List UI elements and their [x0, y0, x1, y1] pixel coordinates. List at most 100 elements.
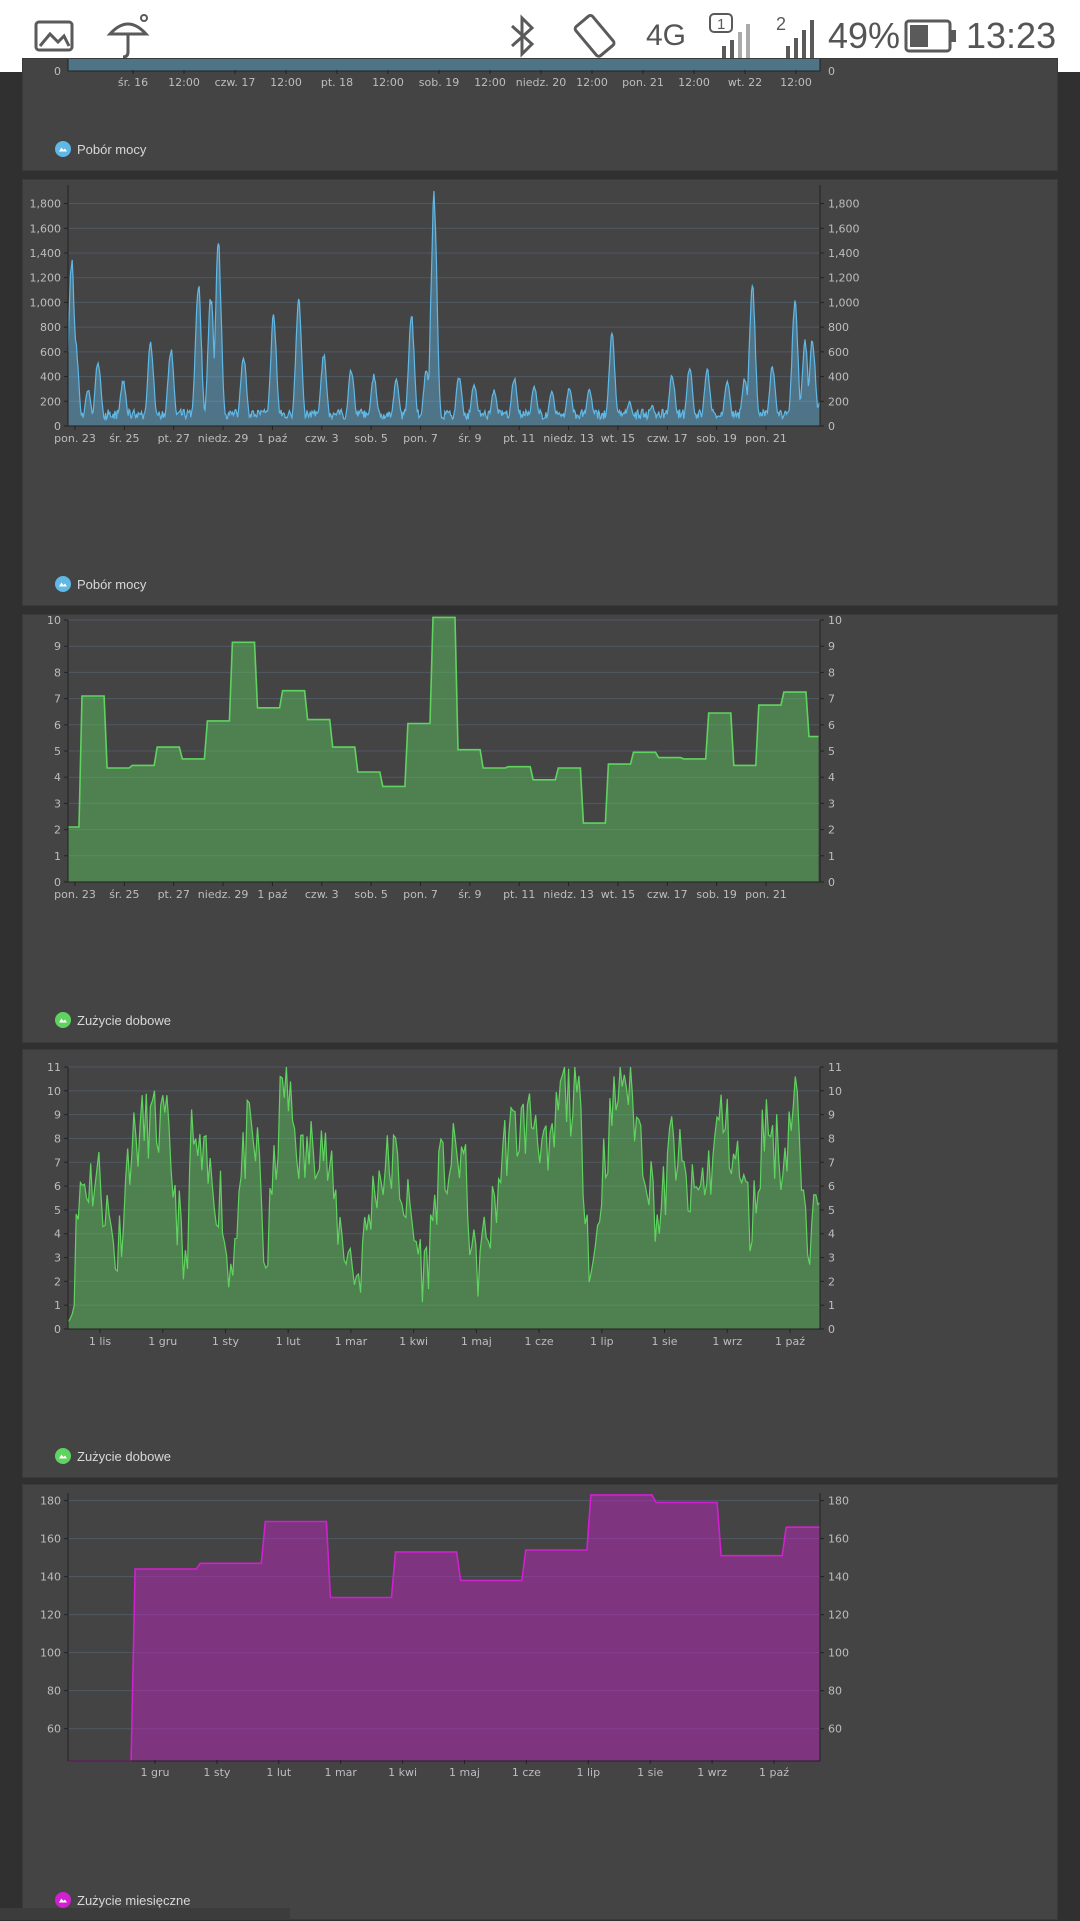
y-tick-label: 180 [40, 1495, 61, 1508]
y-tick-label-right: 5 [828, 745, 835, 758]
y-tick-label: 600 [40, 346, 61, 359]
x-tick-label: pt. 11 [503, 432, 535, 445]
x-tick-label: 1 sie [637, 1766, 663, 1779]
y-tick-label: 1,800 [30, 198, 62, 211]
y-tick-label: 10 [47, 1085, 61, 1098]
y-tick-label: 9 [54, 640, 61, 653]
x-tick-label: pt. 18 [321, 76, 353, 89]
x-tick-label: pt. 27 [158, 432, 190, 445]
y-tick-label: 7 [54, 1156, 61, 1169]
power-series-area [68, 191, 820, 426]
x-tick-label: 12:00 [372, 76, 404, 89]
y-tick-label: 1,600 [30, 222, 62, 235]
y-tick-label-right: 5 [828, 1204, 835, 1217]
chart-panel-monthly: 60 60 80 80 100 100 120 120 140 140 160 160 180 180 1 … [22, 1484, 1058, 1920]
y-tick-label-right: 100 [828, 1647, 849, 1660]
legend-chart-icon [55, 1892, 71, 1908]
x-tick-label: 1 kwi [388, 1766, 417, 1779]
x-tick-label: śr. 25 [109, 888, 139, 901]
x-tick-label: 1 wrz [697, 1766, 727, 1779]
y-tick-label: 5 [54, 1204, 61, 1217]
x-tick-label: 1 mar [324, 1766, 357, 1779]
y-tick-label: 160 [40, 1533, 61, 1546]
y-tick-label: 6 [54, 1180, 61, 1193]
y-tick-label: 0 [54, 65, 61, 78]
legend-chart-icon [55, 1012, 71, 1028]
legend-daily-month[interactable]: Zużycie dobowe [55, 1012, 171, 1028]
x-tick-label: czw. 17 [647, 888, 688, 901]
daily-usage-month-chart: 0 01 12 23 34 45 56 67 78 89 910 10pon. 23 śr. 25 pt.… [47, 615, 842, 901]
y-tick-label-right: 2 [828, 1275, 835, 1288]
legend-chart-icon [55, 141, 71, 157]
y-tick-label-right: 4 [828, 771, 835, 784]
x-tick-label: 1 sty [212, 1335, 240, 1348]
power-weekly-area [68, 59, 820, 71]
monthly-step-series-area [68, 1494, 820, 1761]
x-tick-label: śr. 16 [118, 76, 148, 89]
y-tick-label: 9 [54, 1109, 61, 1122]
x-tick-label: czw. 3 [305, 432, 339, 445]
x-tick-label: wt. 15 [601, 432, 635, 445]
x-tick-label: 12:00 [474, 76, 506, 89]
y-tick-label: 60 [47, 1723, 61, 1736]
y-tick-label-right: 80 [828, 1685, 842, 1698]
y-tick-label: 1,000 [30, 296, 62, 309]
legend-power-monthly[interactable]: Pobór mocy [55, 576, 146, 592]
x-tick-label: 1 sty [203, 1766, 231, 1779]
y-tick-label-right: 1 [828, 1299, 835, 1312]
x-tick-label: 12:00 [678, 76, 710, 89]
x-tick-label: pon. 21 [622, 76, 664, 89]
x-tick-label: śr. 9 [458, 432, 481, 445]
x-tick-label: 1 cze [525, 1335, 554, 1348]
x-tick-label: pon. 21 [745, 888, 787, 901]
x-tick-label: pon. 7 [403, 888, 438, 901]
y-tick-label: 7 [54, 693, 61, 706]
y-tick-label-right: 180 [828, 1495, 849, 1508]
svg-text:2: 2 [776, 14, 786, 34]
y-tick-label-right: 9 [828, 1109, 835, 1122]
y-tick-label: 8 [54, 1132, 61, 1145]
y-tick-label-right: 0 [828, 420, 835, 433]
x-tick-label: czw. 3 [305, 888, 339, 901]
y-tick-label: 120 [40, 1609, 61, 1622]
monthly-usage-chart: 60 60 80 80 100 100 120 120 140 140 160 160 180 180 1 … [40, 1493, 849, 1779]
y-tick-label: 800 [40, 321, 61, 334]
x-tick-label: 1 kwi [399, 1335, 428, 1348]
chart-panel-power-monthly: 0 0 200 200 400 400 600 600 800 800 1,000 1,000 1,20… [22, 179, 1058, 606]
y-tick-label-right: 2 [828, 824, 835, 837]
legend-label: Zużycie dobowe [77, 1012, 171, 1028]
y-tick-label-right: 4 [828, 1228, 835, 1241]
y-tick-label-right: 1,800 [828, 198, 860, 211]
legend-daily-year[interactable]: Zużycie dobowe [55, 1448, 171, 1464]
x-tick-label: 12:00 [168, 76, 200, 89]
legend-label: Zużycie dobowe [77, 1448, 171, 1464]
legend-power-weekly[interactable]: Pobór mocy [55, 141, 146, 157]
y-tick-label: 11 [47, 1061, 61, 1074]
chart-panel-daily-month: 0 0 1 1 2 2 3 3 4 4 5 5 6 6 7 7 8 8 9 9 10 10 pon. 23 śr. 25 pt.… [22, 614, 1058, 1043]
x-tick-label: 1 maj [449, 1766, 480, 1779]
x-tick-label: pt. 11 [503, 888, 535, 901]
x-tick-label: śr. 25 [109, 432, 139, 445]
y-tick-label-right: 1,000 [828, 296, 860, 309]
navigation-bar-edge [0, 1908, 290, 1920]
x-tick-label: 1 lis [89, 1335, 112, 1348]
y-tick-label: 3 [54, 1252, 61, 1265]
y-tick-label-right: 11 [828, 1061, 842, 1074]
y-tick-label: 3 [54, 797, 61, 810]
x-tick-label: 12:00 [780, 76, 812, 89]
y-tick-label: 200 [40, 395, 61, 408]
y-tick-label: 0 [54, 1323, 61, 1336]
y-tick-label-right: 9 [828, 640, 835, 653]
y-tick-label: 1 [54, 850, 61, 863]
x-tick-label: 1 cze [512, 1766, 541, 1779]
y-tick-label: 10 [47, 615, 61, 627]
daily-usage-year-chart: 0 01 12 23 34 45 56 67 78 89 910 1011 111 lis 1 gru 1 … [47, 1061, 842, 1348]
y-tick-label: 2 [54, 824, 61, 837]
x-tick-label: niedz. 29 [198, 432, 249, 445]
y-tick-label-right: 10 [828, 1085, 842, 1098]
y-tick-label-right: 0 [828, 1323, 835, 1336]
network-type-label: 4G [646, 19, 687, 52]
y-tick-label-right: 200 [828, 395, 849, 408]
legend-monthly[interactable]: Zużycie miesięczne [55, 1892, 190, 1908]
x-tick-label: 1 gru [148, 1335, 177, 1348]
